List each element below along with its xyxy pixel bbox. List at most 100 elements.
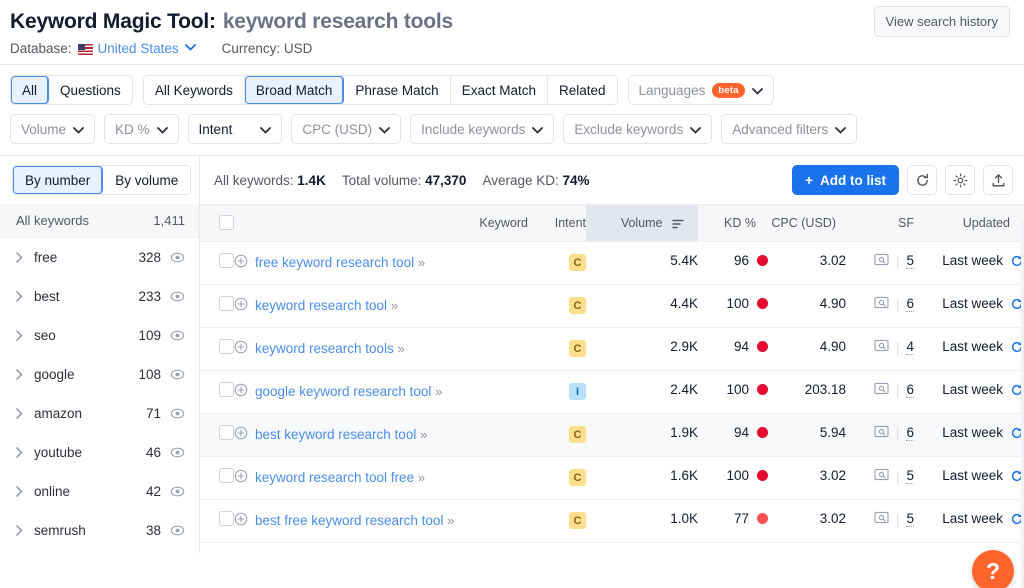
- sf-count[interactable]: 5: [906, 511, 914, 527]
- filter-exclude-keywords[interactable]: Exclude keywords: [563, 114, 713, 144]
- sidebar-item-youtube[interactable]: youtube 46: [0, 433, 199, 472]
- eye-icon[interactable]: [170, 290, 185, 303]
- languages-dropdown[interactable]: Languages beta: [627, 75, 774, 105]
- add-keyword-icon[interactable]: [234, 297, 248, 311]
- keyword-link[interactable]: best keyword research tool »: [255, 425, 427, 445]
- table-row[interactable]: best free keyword research tool » C 1.0K 77…: [200, 499, 1024, 543]
- serp-features-icon[interactable]: [874, 468, 889, 484]
- filter-volume[interactable]: Volume: [10, 114, 96, 144]
- add-to-list-button[interactable]: + Add to list: [792, 165, 899, 195]
- add-keyword-icon[interactable]: [234, 340, 248, 354]
- row-checkbox[interactable]: [219, 468, 234, 483]
- sidebar-item-free[interactable]: free 328: [0, 238, 199, 277]
- sidebar-item-online[interactable]: online 42: [0, 472, 199, 511]
- sidebar-item-all-keywords[interactable]: All keywords 1,411: [0, 204, 199, 238]
- column-intent[interactable]: Intent: [528, 204, 586, 242]
- keyword-link[interactable]: keyword research tools »: [255, 339, 405, 359]
- serp-features-icon[interactable]: [874, 382, 889, 398]
- tab-phrase-match[interactable]: Phrase Match: [344, 76, 451, 104]
- chevron-right-icon[interactable]: [16, 369, 23, 380]
- column-kd[interactable]: KD %: [698, 204, 768, 242]
- row-checkbox[interactable]: [219, 511, 234, 526]
- sidebar-item-seo[interactable]: seo 109: [0, 316, 199, 355]
- tab-related[interactable]: Related: [547, 76, 617, 104]
- eye-icon[interactable]: [170, 446, 185, 459]
- intent-badge[interactable]: C: [569, 297, 586, 314]
- export-icon[interactable]: [983, 165, 1013, 195]
- filter-cpc[interactable]: CPC (USD): [291, 114, 402, 144]
- row-checkbox[interactable]: [219, 339, 234, 354]
- keyword-link[interactable]: free keyword research tool »: [255, 253, 425, 273]
- sort-by-volume[interactable]: By volume: [103, 166, 191, 194]
- sf-count[interactable]: 6: [906, 296, 914, 312]
- table-row[interactable]: keyword research tools » C 2.9K 94 4.90 | 4 Las…: [200, 327, 1024, 371]
- refresh-button[interactable]: [907, 165, 937, 195]
- help-button[interactable]: ?: [972, 550, 1014, 588]
- table-row[interactable]: free keyword research tool » C 5.4K 96 3.02 |…: [200, 241, 1024, 285]
- keyword-link[interactable]: google keyword research tool »: [255, 382, 442, 402]
- chevron-right-icon[interactable]: [16, 486, 23, 497]
- eye-icon[interactable]: [170, 329, 185, 342]
- gear-icon[interactable]: [945, 165, 975, 195]
- sort-by-number[interactable]: By number: [13, 166, 104, 194]
- keyword-link[interactable]: keyword research tool »: [255, 296, 398, 316]
- row-checkbox[interactable]: [219, 425, 234, 440]
- keyword-link[interactable]: keyword research tool free »: [255, 468, 425, 488]
- sf-count[interactable]: 6: [906, 382, 914, 398]
- column-updated[interactable]: Updated: [914, 204, 1024, 242]
- filter-include-keywords[interactable]: Include keywords: [410, 114, 555, 144]
- row-checkbox[interactable]: [219, 253, 234, 268]
- sidebar-item-google[interactable]: google 108: [0, 355, 199, 394]
- add-keyword-icon[interactable]: [234, 426, 248, 440]
- tab-all[interactable]: All: [11, 76, 50, 104]
- eye-icon[interactable]: [170, 485, 185, 498]
- database-selector[interactable]: United States: [98, 41, 179, 56]
- column-sf[interactable]: SF: [846, 204, 914, 242]
- tab-all-keywords[interactable]: All Keywords: [143, 76, 245, 104]
- intent-badge[interactable]: I: [569, 383, 586, 400]
- table-row[interactable]: best keyword research tool » C 1.9K 94 5.94 |…: [200, 413, 1024, 457]
- eye-icon[interactable]: [170, 368, 185, 381]
- serp-features-icon[interactable]: [874, 511, 889, 527]
- add-keyword-icon[interactable]: [234, 512, 248, 526]
- chevron-right-icon[interactable]: [16, 291, 23, 302]
- intent-badge[interactable]: C: [569, 512, 586, 529]
- chevron-right-icon[interactable]: [16, 408, 23, 419]
- intent-badge[interactable]: C: [569, 254, 586, 271]
- sf-count[interactable]: 6: [906, 425, 914, 441]
- tab-exact-match[interactable]: Exact Match: [450, 76, 548, 104]
- filter-advanced[interactable]: Advanced filters: [721, 114, 858, 144]
- eye-icon[interactable]: [170, 407, 185, 420]
- column-cpc[interactable]: CPC (USD): [768, 204, 846, 242]
- sidebar-item-semrush[interactable]: semrush 38: [0, 511, 199, 550]
- select-all-checkbox[interactable]: [219, 215, 234, 230]
- sf-count[interactable]: 4: [906, 339, 914, 355]
- column-volume[interactable]: Volume: [586, 204, 698, 242]
- view-search-history-button[interactable]: View search history: [873, 6, 1010, 37]
- serp-features-icon[interactable]: [874, 296, 889, 312]
- serp-features-icon[interactable]: [874, 253, 889, 269]
- tab-broad-match[interactable]: Broad Match: [244, 76, 345, 104]
- add-keyword-icon[interactable]: [234, 254, 248, 268]
- chevron-right-icon[interactable]: [16, 330, 23, 341]
- filter-kd[interactable]: KD %: [104, 114, 179, 144]
- sf-count[interactable]: 5: [906, 468, 914, 484]
- serp-features-icon[interactable]: [874, 425, 889, 441]
- filter-intent[interactable]: Intent: [187, 114, 283, 144]
- chevron-right-icon[interactable]: [16, 447, 23, 458]
- add-keyword-icon[interactable]: [234, 383, 248, 397]
- sidebar-item-best[interactable]: best 233: [0, 277, 199, 316]
- chevron-down-icon[interactable]: [184, 44, 196, 51]
- table-row[interactable]: keyword research tool free » C 1.6K 100 3.02…: [200, 456, 1024, 500]
- add-keyword-icon[interactable]: [234, 469, 248, 483]
- chevron-right-icon[interactable]: [16, 525, 23, 536]
- table-row[interactable]: keyword research tool » C 4.4K 100 4.90 | 6 Las…: [200, 284, 1024, 328]
- sf-count[interactable]: 5: [906, 253, 914, 269]
- intent-badge[interactable]: C: [569, 469, 586, 486]
- tab-questions[interactable]: Questions: [49, 76, 132, 104]
- row-checkbox[interactable]: [219, 382, 234, 397]
- chevron-right-icon[interactable]: [16, 252, 23, 263]
- row-checkbox[interactable]: [219, 296, 234, 311]
- serp-features-icon[interactable]: [874, 339, 889, 355]
- eye-icon[interactable]: [170, 251, 185, 264]
